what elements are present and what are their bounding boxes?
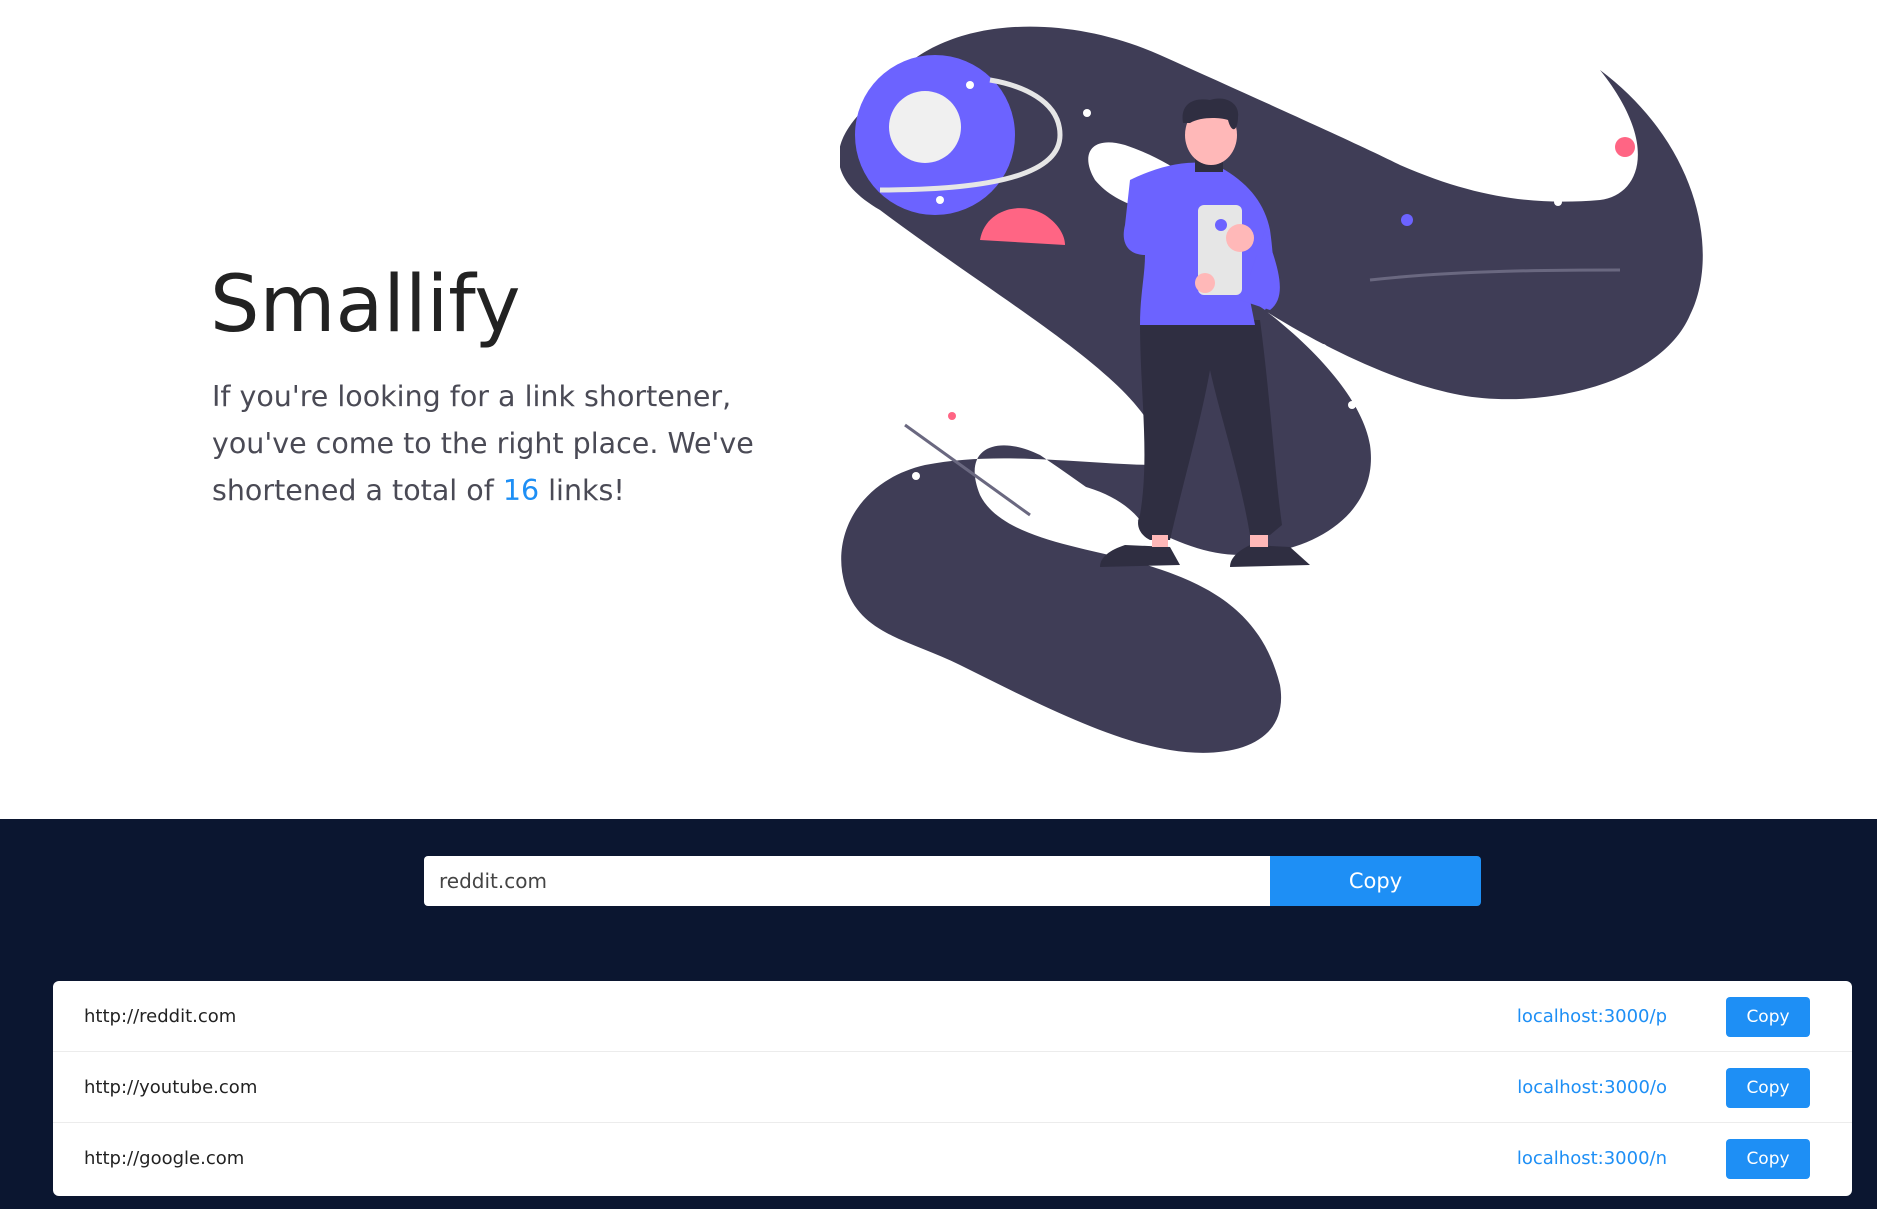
- star: [1615, 137, 1635, 157]
- star: [1348, 401, 1356, 409]
- copy-button[interactable]: Copy: [1726, 997, 1810, 1037]
- list-item: http://youtube.com localhost:3000/o Copy: [53, 1052, 1852, 1123]
- links-list: http://reddit.com localhost:3000/p Copy …: [53, 981, 1852, 1196]
- list-item: http://google.com localhost:3000/n Copy: [53, 1123, 1852, 1194]
- original-url: http://reddit.com: [84, 1006, 237, 1027]
- short-url-link[interactable]: localhost:3000/n: [1517, 1123, 1667, 1194]
- star: [1554, 198, 1562, 206]
- copy-button[interactable]: Copy: [1726, 1068, 1810, 1108]
- star: [948, 412, 956, 420]
- original-url: http://google.com: [84, 1148, 245, 1169]
- person-ankle: [1250, 535, 1268, 547]
- person-ankle: [1152, 535, 1168, 547]
- hero-description-tail: links!: [539, 474, 625, 507]
- original-url: http://youtube.com: [84, 1077, 258, 1098]
- url-input[interactable]: [424, 856, 1270, 906]
- links-count: 16: [502, 474, 540, 507]
- shortener-section: Copy http://reddit.com localhost:3000/p …: [0, 819, 1877, 1209]
- hero-text: Smallify If you're looking for a link sh…: [210, 255, 812, 514]
- submit-button[interactable]: Copy: [1270, 856, 1481, 906]
- star: [1200, 555, 1208, 563]
- list-item: http://reddit.com localhost:3000/p Copy: [53, 981, 1852, 1052]
- hero-description-lead: If you're looking for a link shortener, …: [212, 380, 754, 507]
- hero-description: If you're looking for a link shortener, …: [212, 373, 812, 514]
- shorten-form: Copy: [424, 856, 1481, 906]
- hero-section: Smallify If you're looking for a link sh…: [0, 0, 1877, 819]
- star: [1102, 412, 1110, 420]
- short-url-link[interactable]: localhost:3000/p: [1517, 981, 1667, 1052]
- star: [1083, 109, 1091, 117]
- star: [936, 196, 944, 204]
- star: [1255, 600, 1263, 608]
- star: [966, 81, 974, 89]
- star: [912, 472, 920, 480]
- phone-dot: [1215, 219, 1227, 231]
- person-hand: [1195, 273, 1215, 293]
- copy-button[interactable]: Copy: [1726, 1139, 1810, 1179]
- person-hand: [1226, 224, 1254, 252]
- space-illustration: [840, 26, 1703, 753]
- planet-moon: [889, 91, 961, 163]
- page-title: Smallify: [210, 260, 521, 350]
- star: [1401, 214, 1413, 226]
- person-shoe: [1100, 545, 1180, 567]
- star: [1319, 344, 1327, 352]
- star: [886, 56, 894, 64]
- short-url-link[interactable]: localhost:3000/o: [1517, 1052, 1667, 1123]
